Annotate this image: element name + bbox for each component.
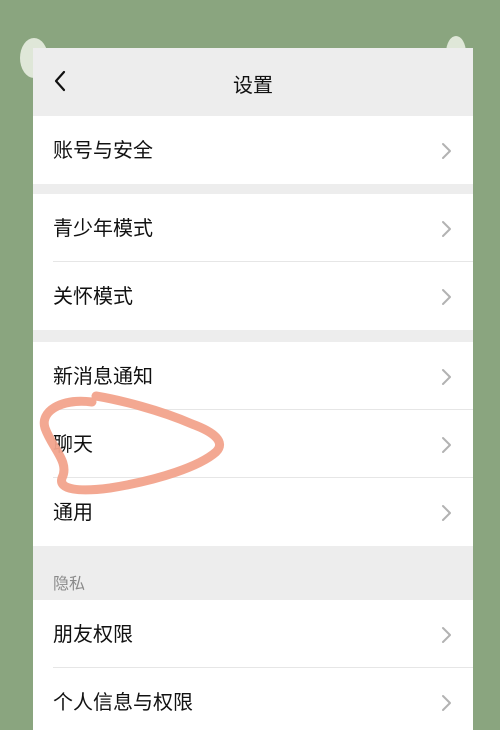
chevron-right-icon [442, 369, 451, 385]
settings-item-new-message-notification[interactable]: 新消息通知 [33, 342, 473, 410]
chevron-right-icon [442, 143, 451, 159]
settings-item-chat[interactable]: 聊天 [33, 410, 473, 478]
settings-item-friend-permissions[interactable]: 朋友权限 [33, 600, 473, 668]
settings-item-account-security[interactable]: 账号与安全 [33, 116, 473, 184]
chevron-right-icon [442, 505, 451, 521]
chevron-right-icon [442, 289, 451, 305]
settings-item-personal-info-permissions[interactable]: 个人信息与权限 [33, 668, 473, 730]
settings-item-label: 账号与安全 [53, 138, 153, 162]
chevron-right-icon [442, 695, 451, 711]
settings-item-label: 青少年模式 [53, 216, 153, 240]
settings-item-care-mode[interactable]: 关怀模式 [33, 262, 473, 330]
settings-item-label: 个人信息与权限 [53, 690, 193, 714]
settings-item-label: 聊天 [53, 432, 93, 456]
settings-item-label: 关怀模式 [53, 284, 133, 308]
chevron-right-icon [442, 221, 451, 237]
settings-panel: 设置 账号与安全 青少年模式 关怀模式 新消息通知 聊天 通用 隐私 朋友权限 … [33, 48, 473, 730]
nav-bar: 设置 [33, 48, 473, 115]
page-title: 设置 [233, 73, 273, 97]
settings-item-general[interactable]: 通用 [33, 478, 473, 546]
section-title-privacy: 隐私 [53, 574, 86, 593]
settings-item-label: 新消息通知 [53, 364, 153, 388]
chevron-right-icon [442, 627, 451, 643]
settings-item-label: 朋友权限 [53, 622, 133, 646]
settings-item-teen-mode[interactable]: 青少年模式 [33, 194, 473, 262]
chevron-right-icon [442, 437, 451, 453]
settings-item-label: 通用 [53, 500, 93, 524]
